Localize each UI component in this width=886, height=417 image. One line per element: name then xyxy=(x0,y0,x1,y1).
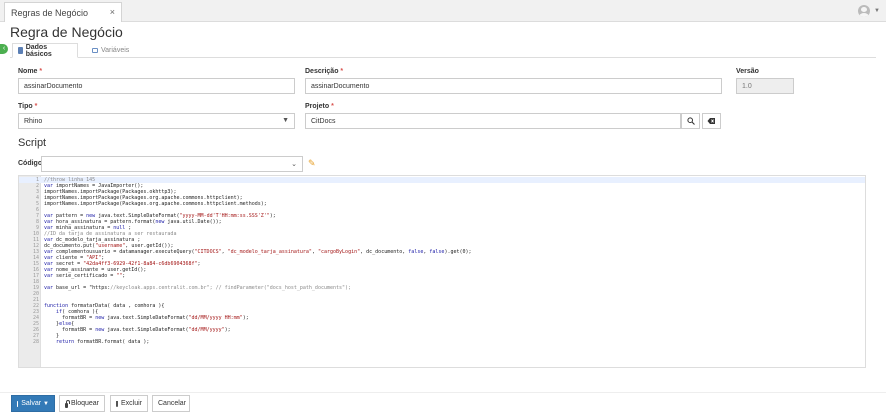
projeto-input[interactable]: CitDocs xyxy=(305,113,681,129)
lock-label: Bloquear xyxy=(70,400,99,407)
line-number: 28 xyxy=(32,339,39,345)
tab-dados-basicos-label: Dados básicos xyxy=(25,43,52,58)
tab-variaveis[interactable]: Variáveis xyxy=(86,43,136,58)
save-button[interactable]: Salvar ▼ xyxy=(11,395,55,412)
search-button[interactable] xyxy=(681,113,700,129)
table-icon xyxy=(92,48,98,53)
user-avatar-icon[interactable] xyxy=(858,5,870,17)
nome-input[interactable]: assinarDocumento xyxy=(18,78,295,94)
codigo-select[interactable]: ⌄ xyxy=(41,156,303,172)
subtabs: Dados básicos Variáveis xyxy=(10,43,876,58)
search-icon xyxy=(686,117,695,125)
nome-label: Nome * xyxy=(18,68,43,75)
tab-dados-basicos[interactable]: Dados básicos xyxy=(12,43,78,58)
descricao-label: Descrição * xyxy=(305,68,344,75)
codigo-label: Código xyxy=(18,160,43,167)
cancel-button[interactable]: Cancelar xyxy=(152,395,190,412)
trash-icon xyxy=(116,401,118,407)
page-title: Regra de Negócio xyxy=(10,24,123,40)
tipo-select-value: Rhino xyxy=(24,117,43,125)
chevron-down-icon[interactable]: ▼ xyxy=(874,8,880,14)
tipo-select[interactable]: Rhino ▼ xyxy=(18,113,295,129)
tipo-label: Tipo * xyxy=(18,103,38,110)
code-line[interactable]: 28 return formatBR.format( data ); xyxy=(19,339,865,345)
tab-regras-de-negocio[interactable]: Regras de Negócio × xyxy=(4,2,122,22)
eraser-icon xyxy=(707,118,715,124)
chevron-down-icon: ▼ xyxy=(43,400,49,407)
tab-variaveis-label: Variáveis xyxy=(101,47,130,54)
code-text: return formatBR.format( data ); xyxy=(56,339,150,345)
sidebar-collapse-icon[interactable]: ‹ xyxy=(0,44,8,54)
tab-label: Regras de Negócio xyxy=(11,7,89,18)
lock-button[interactable]: Bloquear xyxy=(59,395,105,412)
delete-label: Excluir xyxy=(120,400,142,407)
code-editor[interactable]: 1//throw linha 145 2 var importNames = Jav… xyxy=(18,175,866,368)
top-tab-bar: Regras de Negócio × ▼ xyxy=(0,0,886,22)
pencil-icon[interactable]: ✎ xyxy=(308,158,316,169)
chevron-down-icon: ⌄ xyxy=(291,161,297,168)
versao-label: Versão xyxy=(736,68,759,75)
chevron-down-icon: ▼ xyxy=(282,117,289,124)
save-label: Salvar xyxy=(21,400,42,407)
descricao-input[interactable]: assinarDocumento xyxy=(305,78,722,94)
delete-button[interactable]: Excluir xyxy=(110,395,148,412)
lock-icon xyxy=(65,399,70,408)
projeto-label: Projeto * xyxy=(305,103,334,110)
document-icon xyxy=(18,47,23,54)
script-section-title: Script xyxy=(18,137,47,149)
clear-button[interactable] xyxy=(702,113,721,129)
versao-input: 1.0 xyxy=(736,78,794,94)
close-icon[interactable]: × xyxy=(110,7,115,17)
save-icon xyxy=(17,400,19,407)
